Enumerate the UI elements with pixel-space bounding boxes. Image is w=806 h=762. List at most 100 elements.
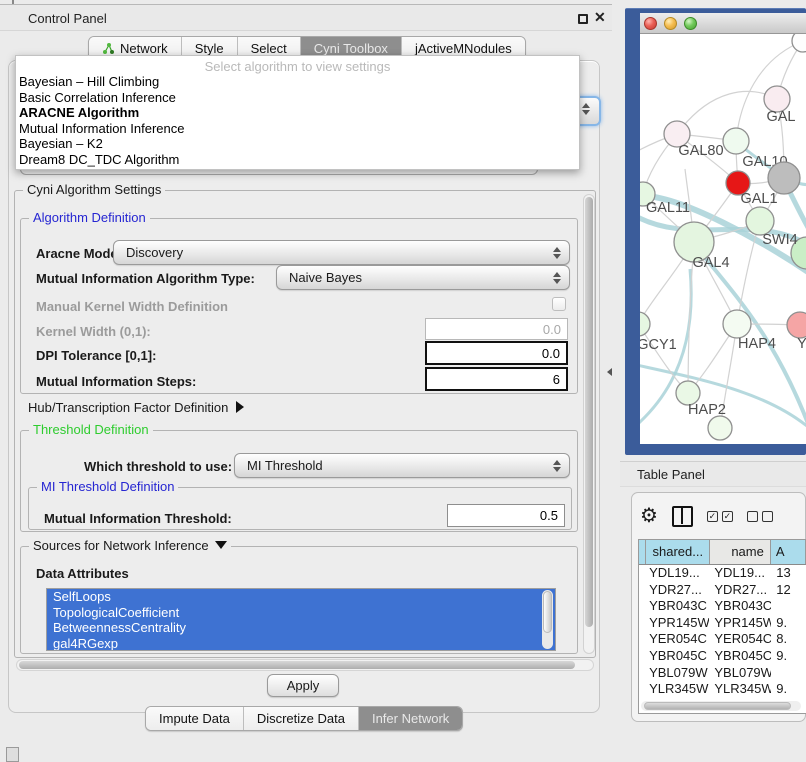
stepper-icon	[548, 460, 566, 472]
network-edge[interactable]	[677, 91, 777, 134]
zoom-traffic-icon[interactable]	[684, 17, 697, 30]
node-gal1[interactable]	[746, 207, 774, 235]
select-all-icon[interactable]: ✓✓	[707, 511, 733, 522]
tab-label: Infer Network	[372, 711, 449, 726]
float-window-icon[interactable]	[578, 14, 588, 24]
table-cell: YBR045C	[644, 648, 709, 665]
mi-steps-field[interactable]: 6	[425, 367, 568, 391]
table-row[interactable]: YDL19...YDL19...13	[639, 565, 806, 582]
data-attributes-list: SelfLoopsTopologicalCoefficientBetweenne…	[46, 588, 556, 651]
which-threshold-combo[interactable]: MI Threshold	[234, 453, 570, 478]
table-cell: YBR043C	[709, 598, 771, 615]
node-label-gal80: GAL80	[678, 143, 723, 159]
table-row[interactable]: YPR145WYPR145W9.	[639, 615, 806, 632]
algorithm-option-basic-correlation-inference[interactable]: Basic Correlation Inference	[16, 90, 579, 106]
network-node[interactable]	[708, 416, 732, 440]
node-label-gal11: GAL11	[646, 200, 690, 216]
node-y[interactable]	[787, 312, 806, 338]
sources-legend-text: Sources for Network Inference	[33, 538, 209, 553]
column-header-name[interactable]: name	[710, 540, 771, 564]
close-icon[interactable]: ✕	[594, 9, 606, 26]
table-row[interactable]: YDR27...YDR27...12	[639, 582, 806, 599]
algorithm-option-aracne-algorithm[interactable]: ARACNE Algorithm	[16, 105, 579, 121]
algorithm-option-mutual-information-inference[interactable]: Mutual Information Inference	[16, 121, 579, 137]
table-row[interactable]: YBL079WYBL079W	[639, 665, 806, 682]
settings-horizontal-scrollbar[interactable]	[16, 659, 594, 671]
minimize-traffic-icon[interactable]	[664, 17, 677, 30]
column-header-stub	[639, 540, 646, 564]
apply-button[interactable]: Apply	[267, 674, 339, 697]
tab-infer-network[interactable]: Infer Network	[359, 707, 462, 730]
algorithm-definition-legend: Algorithm Definition	[29, 210, 150, 225]
settings-group-legend: Cyni Algorithm Settings	[23, 182, 165, 197]
dpi-tolerance-field[interactable]: 0.0	[425, 341, 568, 365]
stepper-icon	[548, 247, 566, 259]
tab-discretize-data[interactable]: Discretize Data	[244, 707, 359, 730]
tab-label: Style	[195, 41, 224, 56]
algorithm-option-dream8-dc-tdc-algorithm[interactable]: Dream8 DC_TDC Algorithm	[16, 152, 579, 168]
algorithm-option-bayesian-hill-climbing[interactable]: Bayesian – Hill Climbing	[16, 74, 579, 90]
node-gcy1[interactable]	[640, 312, 650, 336]
network-window-titlebar[interactable]	[640, 13, 806, 34]
column-header-a[interactable]: A	[771, 540, 806, 564]
tab-label: Select	[251, 41, 287, 56]
column-header-shared[interactable]: shared...	[646, 540, 710, 564]
deselect-all-icon[interactable]	[747, 511, 773, 522]
threshold-definition-legend: Threshold Definition	[29, 422, 153, 437]
table-cell: YER054C	[644, 631, 709, 648]
tab-impute-data[interactable]: Impute Data	[146, 707, 244, 730]
sources-legend[interactable]: Sources for Network Inference	[29, 538, 231, 553]
table-cell: YBR043C	[644, 598, 709, 615]
network-icon	[102, 42, 115, 55]
tab-label: Cyni Toolbox	[314, 41, 388, 56]
table-horizontal-scrollbar[interactable]	[641, 701, 801, 711]
hub-section-toggle[interactable]: Hub/Transcription Factor Definition	[28, 400, 244, 415]
attribute-item-gal4rgexp[interactable]: gal4RGexp	[47, 636, 555, 651]
table-panel-title: Table Panel	[637, 467, 705, 482]
network-window-frame: GALGAL80GAL10GAL1SWI4GAL11GAL4GCY1HAP4YH…	[625, 8, 806, 455]
mi-type-label: Mutual Information Algorithm Type:	[36, 271, 255, 286]
attribute-item-selfloops[interactable]: SelfLoops	[47, 589, 555, 605]
algorithm-option-bayesian-k2[interactable]: Bayesian – K2	[16, 136, 579, 152]
algorithm-options: Bayesian – Hill ClimbingBasic Correlatio…	[16, 74, 579, 168]
table-cell: YDR27...	[709, 582, 771, 599]
node-hap4[interactable]	[723, 310, 751, 338]
manual-kernel-checkbox[interactable]	[552, 297, 566, 311]
table-cell: 12	[771, 582, 806, 599]
tab-label: Impute Data	[159, 711, 230, 726]
aracne-mode-combo[interactable]: Discovery	[113, 240, 570, 265]
close-traffic-icon[interactable]	[644, 17, 657, 30]
attribute-item-topologicalcoefficient[interactable]: TopologicalCoefficient	[47, 605, 555, 621]
table-row[interactable]: YER054CYER054C8.	[639, 631, 806, 648]
table-row[interactable]: YBR045CYBR045C9.	[639, 648, 806, 665]
node-label-gal: GAL	[766, 109, 795, 125]
gear-icon[interactable]: ⚙	[640, 506, 658, 526]
manual-kernel-label: Manual Kernel Width Definition	[36, 299, 228, 314]
table-cell	[771, 665, 806, 682]
mi-type-combo[interactable]: Naive Bayes	[276, 265, 570, 290]
tab-label: Discretize Data	[257, 711, 345, 726]
list-scrollbar[interactable]	[542, 590, 553, 649]
node-table: shared...nameA YDL19...YDL19...13YDR27..…	[638, 539, 806, 714]
tab-label: jActiveMNodules	[415, 41, 512, 56]
table-row[interactable]: YLR345WYLR345W9.	[639, 681, 806, 698]
network-window: GALGAL80GAL10GAL1SWI4GAL11GAL4GCY1HAP4YH…	[640, 13, 806, 444]
settings-vertical-scrollbar[interactable]	[583, 194, 595, 654]
split-view-icon[interactable]	[672, 506, 693, 527]
dock-mini-icon[interactable]	[6, 747, 19, 762]
splitter-collapse-icon[interactable]	[607, 368, 612, 376]
table-cell: YLR345W	[644, 681, 709, 698]
table-row[interactable]: YBR043CYBR043C	[639, 598, 806, 615]
network-node[interactable]	[792, 34, 806, 52]
which-threshold-label: Which threshold to use:	[84, 459, 232, 474]
table-cell: 9.	[771, 681, 806, 698]
table-toolbar: ⚙ ✓✓	[640, 503, 806, 529]
network-node[interactable]	[768, 162, 800, 194]
attribute-item-betweennesscentrality[interactable]: BetweennessCentrality	[47, 620, 555, 636]
network-canvas[interactable]: GALGAL80GAL10GAL1SWI4GAL11GAL4GCY1HAP4YH…	[640, 34, 806, 444]
mi-threshold-field[interactable]: 0.5	[447, 504, 565, 527]
tab-label: Network	[120, 41, 168, 56]
kernel-width-field[interactable]: 0.0	[425, 318, 568, 340]
node-label-gal1: GAL1	[740, 191, 777, 207]
node-gal10[interactable]	[723, 128, 749, 154]
